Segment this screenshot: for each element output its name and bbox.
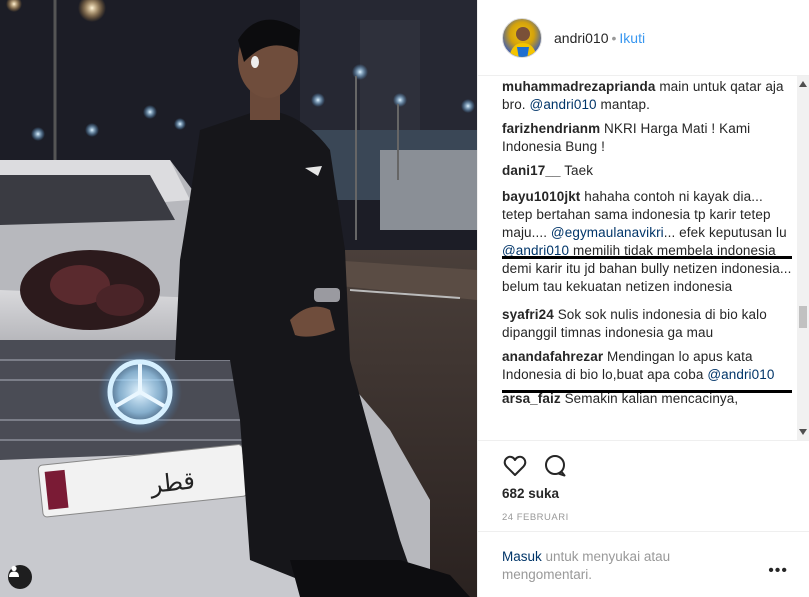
comment-text-mid: ... efek keputusan lu: [663, 225, 787, 240]
comment-text: Taek: [564, 163, 594, 178]
login-link[interactable]: Masuk: [502, 549, 542, 564]
action-icons: [502, 453, 568, 479]
comment-mention[interactable]: @andri010: [530, 97, 597, 112]
comment-username[interactable]: syafri24: [502, 307, 554, 322]
comment-item: anandafahrezar Mendingan lo apus kata In…: [502, 348, 792, 384]
comments-list[interactable]: muhammadrezaprianda main untuk qatar aja…: [502, 76, 792, 440]
comment-mention[interactable]: @egymaulanavikri: [551, 225, 664, 240]
follow-button[interactable]: Ikuti: [619, 30, 645, 46]
comment-item: dani17__ Taek: [502, 162, 792, 180]
comment-item: arsa_faiz Semakin kalian mencacinya,: [502, 390, 792, 408]
comment-item-highlighted: bayu1010jkt hahaha contoh ni kayak dia..…: [502, 188, 792, 296]
plate-text: قطر: [148, 466, 196, 499]
header-username[interactable]: andri010: [554, 30, 609, 46]
comment-username[interactable]: farizhendrianm: [502, 121, 600, 136]
tagged-user-icon[interactable]: [8, 565, 32, 589]
comment-item: muhammadrezaprianda main untuk qatar aja…: [502, 78, 792, 114]
comment-username[interactable]: anandafahrezar: [502, 349, 603, 364]
comments-scrollbar[interactable]: [797, 76, 809, 440]
comment-text-end: mantap.: [596, 97, 651, 112]
comment-username[interactable]: arsa_faiz: [502, 391, 561, 406]
login-prompt: Masuk untuk menyukai atau mengomentari. …: [478, 531, 809, 597]
scroll-up-arrow-icon[interactable]: [797, 78, 809, 90]
comment-username[interactable]: muhammadrezaprianda: [502, 79, 655, 94]
login-text: Masuk untuk menyukai atau mengomentari.: [502, 548, 702, 584]
comment-mention-2[interactable]: @andri010: [502, 243, 569, 258]
comment-item: farizhendrianm NKRI Harga Mati ! Kami In…: [502, 120, 792, 156]
more-options-icon[interactable]: •••: [768, 562, 788, 580]
post-panel: andri010 • Ikuti muhammadrezaprianda main …: [477, 0, 809, 597]
post-header: andri010 • Ikuti: [478, 0, 809, 76]
comment-icon[interactable]: [542, 453, 568, 479]
post-actions: 682 suka 24 FEBRUARI: [478, 440, 809, 523]
scrollbar-thumb[interactable]: [799, 306, 807, 328]
comment-mention[interactable]: @andri010: [707, 367, 774, 382]
comment-username[interactable]: bayu1010jkt: [502, 189, 580, 204]
avatar[interactable]: [502, 18, 542, 58]
comment-text: Semakin kalian mencacinya,: [564, 391, 739, 406]
comment-username[interactable]: dani17__: [502, 163, 561, 178]
post-date: 24 FEBRUARI: [502, 512, 569, 523]
separator-dot: •: [611, 30, 617, 46]
post-photo[interactable]: قطر: [0, 0, 477, 597]
scroll-down-arrow-icon[interactable]: [797, 426, 809, 438]
heart-icon[interactable]: [502, 453, 528, 479]
header-text: andri010 • Ikuti: [554, 30, 645, 46]
comment-item: syafri24 Sok sok nulis indonesia di bio …: [502, 306, 792, 342]
like-count[interactable]: 682 suka: [502, 486, 559, 501]
photo-scene: قطر: [0, 0, 477, 597]
